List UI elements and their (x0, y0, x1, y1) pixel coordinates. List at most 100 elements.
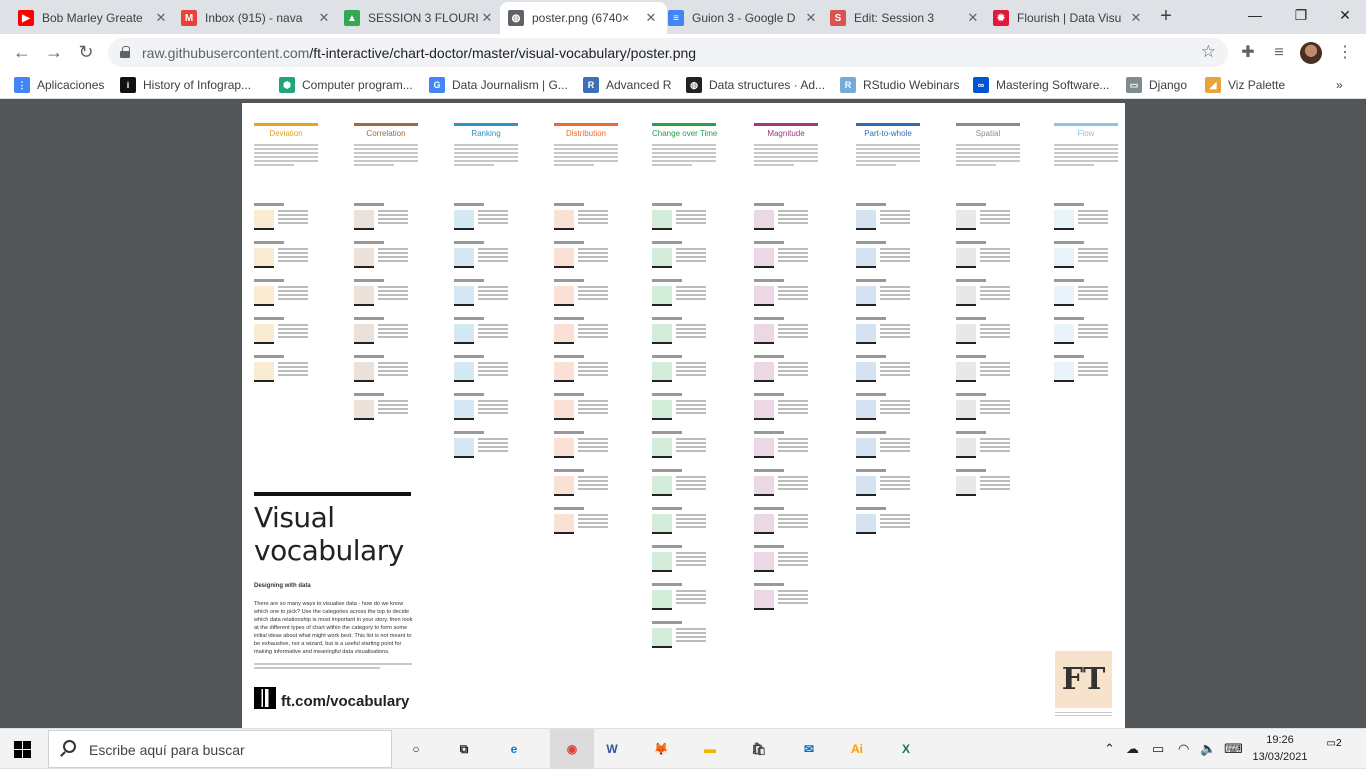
tray-chevron-icon[interactable]: ⌃ (1104, 741, 1115, 757)
reload-button[interactable]: ↻ (72, 39, 100, 67)
chart-type-entry (754, 279, 842, 309)
close-tab-icon[interactable]: ✕ (643, 10, 659, 26)
category-color-bar (1054, 123, 1118, 126)
bookmark-item[interactable]: ◍ Data structures · Ad... (686, 76, 825, 94)
bookmark-item[interactable]: G Data Journalism | G... (429, 76, 568, 94)
illustrator-icon[interactable]: Ai (843, 735, 871, 763)
chart-thumbnail-icon (652, 590, 672, 610)
new-tab-button[interactable]: + (1155, 6, 1177, 28)
chrome-icon[interactable]: ◉ (550, 729, 594, 769)
media-control-icon[interactable]: ≡ (1267, 41, 1291, 65)
maximize-button[interactable]: ❐ (1278, 0, 1324, 32)
chart-thumbnail-icon (454, 210, 474, 230)
browser-tab[interactable]: ◍ poster.png (6740× ✕ (500, 2, 667, 34)
wifi-icon[interactable]: ◠ (1178, 741, 1189, 757)
mail-icon[interactable]: ✉ (795, 735, 823, 763)
category-color-bar (454, 123, 518, 126)
lock-icon[interactable] (120, 46, 130, 58)
chart-thumbnail-icon (652, 514, 672, 534)
language-icon[interactable]: ⌨ (1224, 741, 1243, 757)
chart-type-entry (856, 355, 944, 385)
chart-thumbnail-icon (554, 210, 574, 230)
chart-thumbnail-icon (652, 248, 672, 268)
bookmark-star-icon[interactable]: ☆ (1201, 42, 1216, 62)
browser-tab[interactable]: ▲ SESSION 3 FLOURI ✕ (336, 2, 503, 34)
extensions-icon[interactable]: ✚ (1236, 41, 1260, 65)
notifications-icon[interactable]: ▭2 (1323, 738, 1345, 760)
coursera-icon: ∞ (973, 77, 989, 93)
bookmarks-bar: » ⋮ Aplicaciones i History of Infograp... ⬢ C… (0, 71, 1366, 99)
browser-tab[interactable]: ✹ Flourish | Data Visu ✕ (985, 2, 1152, 34)
battery-icon[interactable]: ▭ (1152, 741, 1164, 757)
word-icon[interactable]: W (598, 735, 626, 763)
category-description-lines (254, 144, 324, 166)
chart-thumbnail-icon (856, 210, 876, 230)
bookmark-item[interactable]: ⬢ Computer program... (279, 76, 413, 94)
close-tab-icon[interactable]: ✕ (479, 10, 495, 26)
chart-thumbnail-icon (754, 552, 774, 572)
category-description-lines (354, 144, 424, 166)
poster-category-column: Flow (1054, 123, 1124, 168)
volume-icon[interactable]: 🔈 (1200, 741, 1216, 757)
firefox-icon[interactable]: 🦊 (647, 735, 675, 763)
chart-thumbnail-icon (956, 248, 976, 268)
chart-thumbnail-icon (856, 286, 876, 306)
excel-icon[interactable]: X (892, 735, 920, 763)
s-site-icon: S (830, 10, 846, 26)
category-description-lines (956, 144, 1026, 166)
windows-start-icon[interactable] (14, 741, 31, 758)
browser-tab[interactable]: ≡ Guion 3 - Google D ✕ (660, 2, 827, 34)
category-color-bar (652, 123, 716, 126)
forward-button[interactable]: → (40, 39, 68, 67)
taskbar-search-input[interactable]: Escribe aquí para buscar (48, 730, 392, 768)
url-text[interactable]: raw.githubusercontent.com/ft-interactive… (142, 45, 696, 61)
chart-type-entry (652, 469, 740, 499)
chart-type-entry (856, 279, 944, 309)
poster-category-column: Correlation (354, 123, 424, 168)
profile-avatar[interactable] (1300, 42, 1322, 64)
close-window-button[interactable]: ✕ (1322, 0, 1366, 32)
poster-category-column: Part-to-whole (856, 123, 926, 168)
chart-type-entry (554, 203, 642, 233)
bookmark-item[interactable]: R RStudio Webinars (840, 76, 960, 94)
chart-type-entry (956, 241, 1044, 271)
browser-tab[interactable]: S Edit: Session 3 ✕ (822, 2, 989, 34)
bookmark-item[interactable]: ⋮ Aplicaciones (14, 76, 104, 94)
store-icon[interactable]: 🛍 (745, 735, 773, 763)
chart-thumbnail-icon (856, 362, 876, 382)
bookmarks-more-button[interactable]: » (1336, 76, 1343, 94)
browser-tab[interactable]: ▶ Bob Marley Greate ✕ (10, 2, 177, 34)
bookmark-item[interactable]: R Advanced R (583, 76, 671, 94)
close-tab-icon[interactable]: ✕ (316, 10, 332, 26)
chart-thumbnail-icon (956, 476, 976, 496)
bookmark-item[interactable]: ◢ Viz Palette (1205, 76, 1285, 94)
system-clock[interactable]: 19:26 13/03/2021 (1250, 732, 1310, 766)
back-button[interactable]: ← (8, 39, 36, 67)
file-explorer-icon[interactable]: ▬ (696, 735, 724, 763)
close-tab-icon[interactable]: ✕ (803, 10, 819, 26)
category-title: Magnitude (767, 129, 805, 138)
menu-kebab-icon[interactable]: ⋮ (1333, 41, 1357, 65)
bookmark-item[interactable]: i History of Infograp... (120, 76, 251, 94)
category-title: Ranking (471, 129, 501, 138)
chart-type-entry (856, 469, 944, 499)
cortana-icon[interactable]: ○ (402, 735, 430, 763)
chart-thumbnail-icon (254, 286, 274, 306)
browser-tab[interactable]: M Inbox (915) - nava ✕ (173, 2, 340, 34)
bookmark-label: Mastering Software... (996, 78, 1110, 92)
bookmark-item[interactable]: ▭ Django (1126, 76, 1187, 94)
browser-toolbar: ← → ↻ raw.githubusercontent.com/ft-inter… (0, 34, 1366, 71)
chart-thumbnail-icon (754, 400, 774, 420)
chart-type-entry (354, 393, 442, 423)
minimize-button[interactable]: — (1232, 0, 1278, 32)
edge-icon[interactable]: e (500, 735, 528, 763)
bookmark-item[interactable]: ∞ Mastering Software... (973, 76, 1109, 94)
onedrive-cloud-icon[interactable]: ☁ (1126, 741, 1139, 757)
close-tab-icon[interactable]: ✕ (1128, 10, 1144, 26)
close-tab-icon[interactable]: ✕ (153, 10, 169, 26)
chart-thumbnail-icon (856, 400, 876, 420)
tab-title: Inbox (915) - nava (205, 11, 303, 25)
close-tab-icon[interactable]: ✕ (965, 10, 981, 26)
task-view-icon[interactable]: ⧉ (450, 735, 478, 763)
address-bar[interactable]: raw.githubusercontent.com/ft-interactive… (108, 38, 1228, 67)
